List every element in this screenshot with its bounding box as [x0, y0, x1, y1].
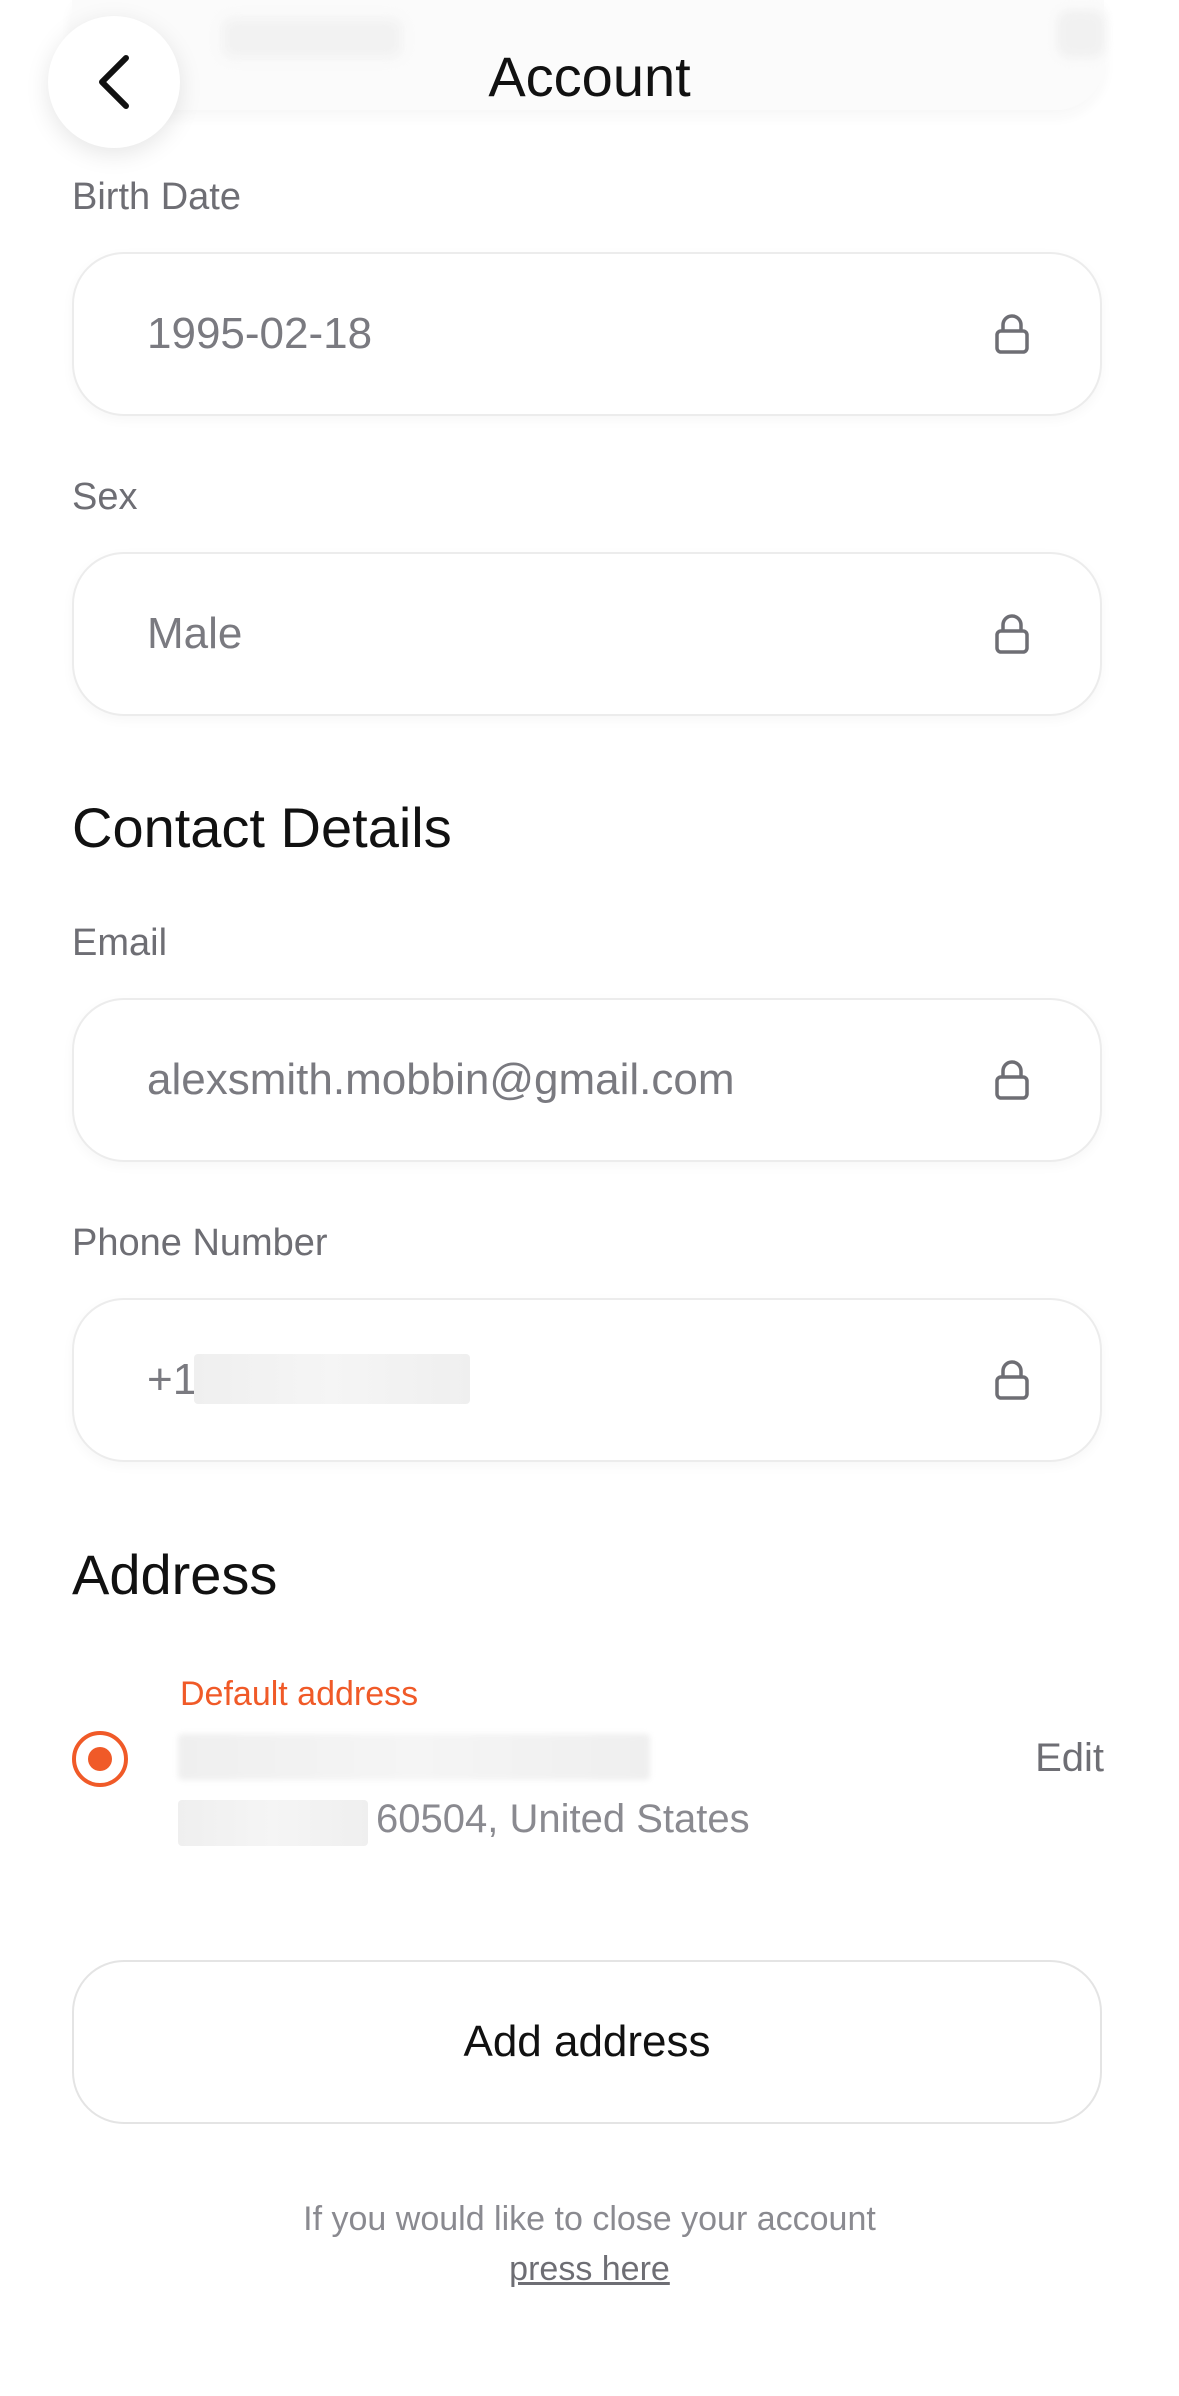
contact-details-heading: Contact Details: [72, 796, 452, 859]
phone-label: Phone Number: [72, 1222, 328, 1264]
birth-date-value: 1995-02-18: [147, 309, 373, 358]
close-account-note: If you would like to close your account: [303, 2200, 876, 2238]
page-title: Account: [488, 45, 691, 108]
add-address-button[interactable]: Add address: [72, 1960, 1102, 2124]
lock-icon: [995, 1360, 1029, 1400]
phone-redacted: [194, 1354, 470, 1404]
address-radio[interactable]: [72, 1731, 128, 1787]
address-city-redacted: [178, 1800, 368, 1846]
sex-value: Male: [147, 609, 243, 658]
edit-address-link[interactable]: Edit: [1035, 1736, 1104, 1781]
lock-icon: [995, 314, 1029, 354]
address-line2: 60504, United States: [376, 1797, 750, 1841]
address-line1-redacted: [178, 1734, 650, 1780]
close-account-link-row: press here: [0, 2250, 1179, 2289]
lock-icon: [995, 614, 1029, 654]
email-field[interactable]: alexsmith.mobbin@gmail.com: [72, 998, 1102, 1162]
sex-label: Sex: [72, 476, 138, 518]
phone-field[interactable]: +1: [72, 1298, 1102, 1462]
default-address-label: Default address: [180, 1675, 419, 1713]
close-account-link[interactable]: press here: [509, 2250, 670, 2288]
birth-date-field[interactable]: 1995-02-18: [72, 252, 1102, 416]
phone-value: +1: [147, 1355, 198, 1404]
lock-icon: [995, 1060, 1029, 1100]
email-value: alexsmith.mobbin@gmail.com: [147, 1055, 735, 1104]
birth-date-label: Birth Date: [72, 176, 241, 218]
address-radio-selected-dot: [88, 1747, 112, 1771]
sex-field[interactable]: Male: [72, 552, 1102, 716]
email-label: Email: [72, 922, 168, 964]
address-heading: Address: [72, 1543, 278, 1606]
